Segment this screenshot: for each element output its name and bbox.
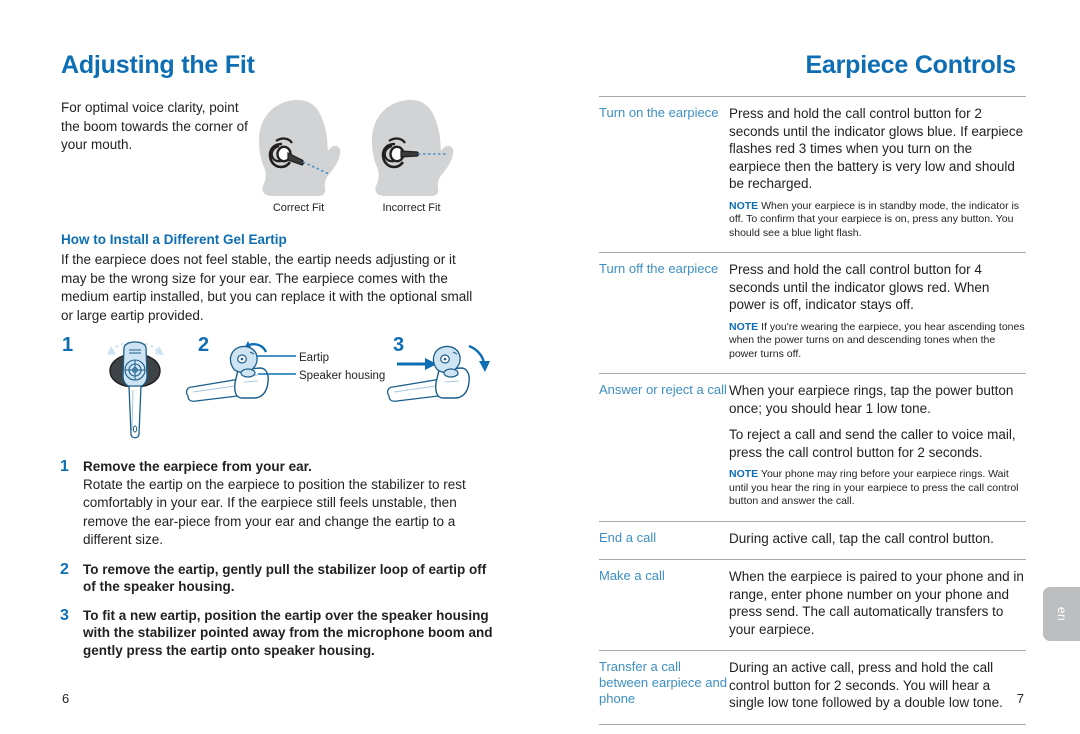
control-description: Press and hold the call control button f… — [729, 105, 1026, 242]
note-text: When your earpiece is in standby mode, t… — [729, 199, 1020, 239]
instruction-number: 3 — [60, 606, 69, 624]
table-row: Answer or reject a call When your earpie… — [599, 373, 1026, 521]
note-block: NOTE If you're wearing the earpiece, you… — [729, 321, 1026, 362]
head-with-earpiece-correct-icon — [259, 100, 341, 196]
description-paragraph: Press and hold the call control button f… — [729, 262, 990, 312]
note-block: NOTE Your phone may ring before your ear… — [729, 468, 1026, 509]
earpiece-front-view-icon — [107, 341, 164, 439]
manual-spread: Adjusting the Fit For optimal voice clar… — [0, 0, 1080, 734]
note-block: NOTE When your earpiece is in standby mo… — [729, 200, 1026, 241]
control-label: Answer or reject a call — [599, 382, 727, 397]
control-label: Turn on the earpiece — [599, 105, 719, 120]
description-paragraph: To reject a call and send the caller to … — [729, 427, 1016, 460]
control-label: Transfer a call between earpiece and pho… — [599, 659, 727, 706]
note-keyword: NOTE — [729, 199, 759, 212]
fit-caption: Incorrect Fit — [382, 202, 441, 214]
instruction-item: 3 To fit a new eartip, position the eart… — [60, 607, 500, 660]
instruction-detail: Rotate the eartip on the earpiece to pos… — [83, 476, 466, 548]
control-label: Turn off the earpiece — [599, 261, 719, 276]
callout-speaker-housing: Speaker housing — [299, 370, 386, 382]
earpiece-fit-new-eartip-icon — [386, 344, 490, 402]
earpiece-controls-table: Turn on the earpiece Press and hold the … — [599, 96, 1026, 725]
incorrect-fit-figure: Incorrect Fit — [359, 96, 464, 221]
instruction-number: 1 — [60, 458, 69, 475]
instruction-lead: To remove the eartip, gently pull the st… — [83, 561, 487, 595]
control-label: End a call — [599, 529, 657, 545]
left-page: Adjusting the Fit For optimal voice clar… — [0, 0, 540, 734]
eartip-steps-figure: 1 2 Eartip Speaker housing 3 — [56, 330, 526, 448]
page-number-left: 6 — [62, 691, 70, 706]
instruction-list: 1 Remove the earpiece from your ear. Rot… — [60, 458, 500, 670]
fit-caption: Correct Fit — [272, 202, 325, 214]
note-keyword: NOTE — [729, 320, 759, 333]
earpiece-remove-eartip-icon — [185, 341, 296, 402]
table-row: Turn on the earpiece Press and hold the … — [599, 96, 1026, 252]
language-tab[interactable]: en — [1043, 587, 1080, 641]
page-number-right: 7 — [1016, 691, 1024, 706]
page-title-left: Adjusting the Fit — [61, 51, 255, 79]
description-paragraph: During an active call, press and hold th… — [729, 660, 1003, 710]
control-description: When your earpiece rings, tap the power … — [729, 382, 1026, 511]
head-with-earpiece-incorrect-icon — [372, 100, 454, 196]
instruction-lead: To fit a new eartip, position the eartip… — [83, 607, 493, 658]
page-title-right: Earpiece Controls — [805, 51, 1016, 79]
control-description: When the earpiece is paired to your phon… — [729, 568, 1026, 640]
table-row: Turn off the earpiece Press and hold the… — [599, 252, 1026, 373]
instruction-item: 1 Remove the earpiece from your ear. Rot… — [60, 458, 500, 550]
control-description: During active call, tap the call control… — [729, 530, 1026, 550]
callout-eartip: Eartip — [299, 352, 330, 364]
intro-paragraph: For optimal voice clarity, point the boo… — [61, 100, 248, 152]
instruction-item: 2 To remove the eartip, gently pull the … — [60, 561, 500, 596]
fit-figures: Correct Fit Incorrect Fit — [246, 96, 526, 221]
figure-step-number-1: 1 — [62, 334, 74, 356]
note-text: Your phone may ring before your earpiece… — [729, 468, 1019, 507]
section-paragraph: If the earpiece does not feel stable, th… — [61, 252, 473, 323]
description-paragraph: When your earpiece rings, tap the power … — [729, 383, 1014, 416]
description-paragraph: Press and hold the call control button f… — [729, 106, 1024, 191]
control-description: During an active call, press and hold th… — [729, 659, 1026, 714]
note-keyword: NOTE — [729, 468, 759, 480]
control-description: Press and hold the call control button f… — [729, 261, 1026, 363]
instruction-number: 2 — [60, 560, 69, 578]
correct-fit-figure: Correct Fit — [246, 96, 351, 221]
table-row: End a call During active call, tap the c… — [599, 520, 1026, 560]
instruction-lead: Remove the earpiece from your ear. — [83, 459, 312, 474]
section-subheading: How to Install a Different Gel Eartip — [61, 232, 287, 247]
language-tab-label: en — [1054, 606, 1069, 622]
description-paragraph: During active call, tap the call control… — [729, 530, 994, 546]
right-page: Earpiece Controls Turn on the earpiece P… — [540, 0, 1080, 734]
control-label: Make a call — [599, 568, 665, 583]
table-row: Make a call When the earpiece is paired … — [599, 559, 1026, 650]
note-text: If you're wearing the earpiece, you hear… — [729, 320, 1025, 360]
table-row: Transfer a call between earpiece and pho… — [599, 650, 1026, 725]
description-paragraph: When the earpiece is paired to your phon… — [729, 569, 1024, 637]
